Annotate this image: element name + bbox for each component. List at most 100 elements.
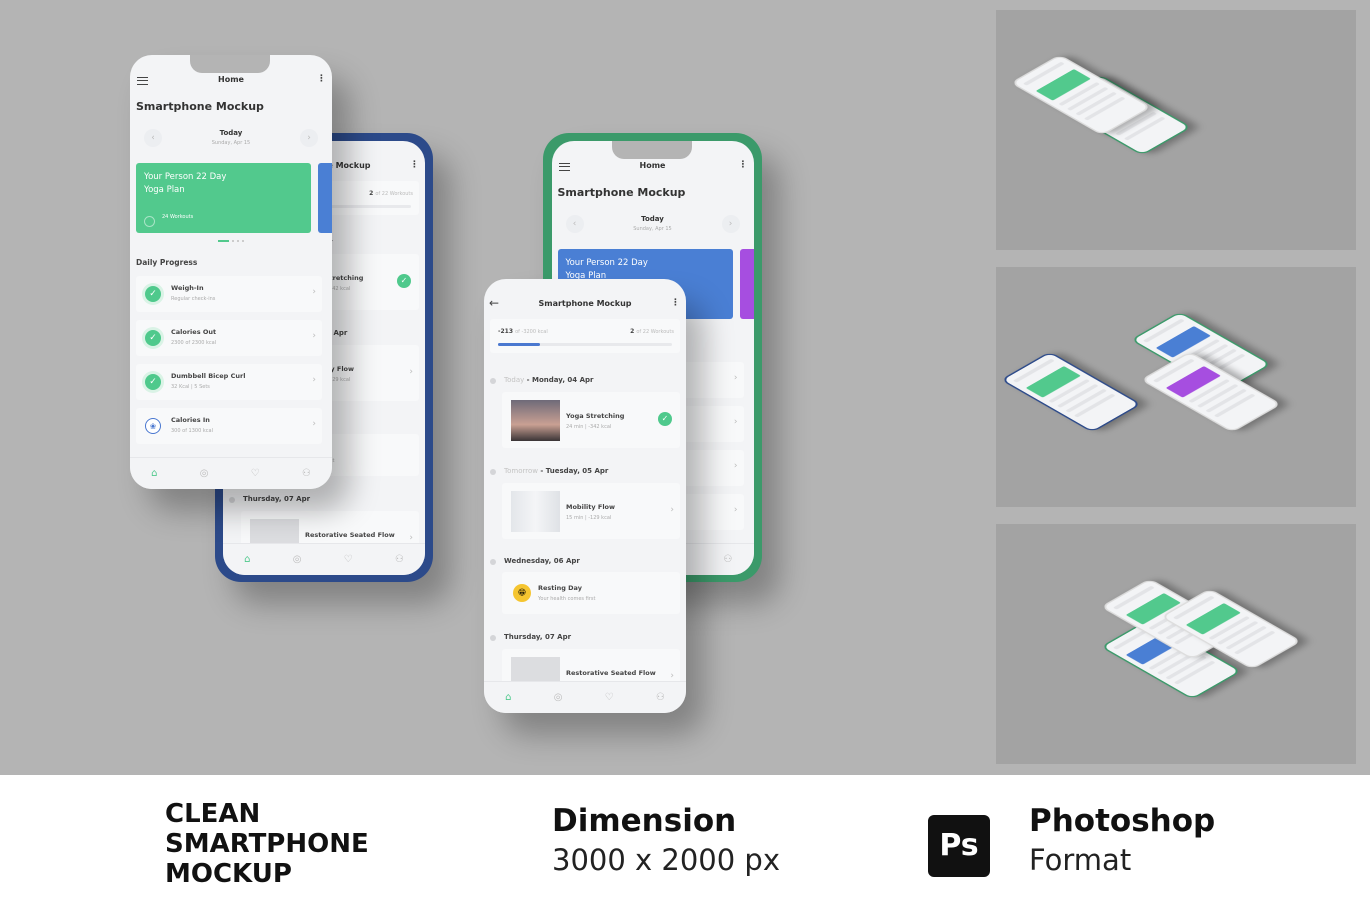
profile-icon[interactable]: ⚇ <box>723 554 732 565</box>
workout-thumbnail <box>511 491 560 532</box>
item-title: Restorative Seated Flow <box>566 669 656 677</box>
day-label: - Monday, 04 Apr <box>524 376 594 384</box>
progress-row[interactable]: ❀ Calories In 300 of 1300 kcal › <box>136 408 322 444</box>
check-icon: ✓ <box>145 330 161 346</box>
day-label: Thursday, 07 Apr <box>504 633 572 641</box>
chevron-right-icon: › <box>312 375 316 385</box>
kcal-value: -213 <box>498 328 514 335</box>
item-sub: 15 min | -129 kcal <box>566 515 612 521</box>
bottom-nav: ⌂ ◎ ♡ ⚇ <box>484 681 686 713</box>
workout-item[interactable]: Mobility Flow 15 min | -129 kcal › <box>502 483 680 539</box>
chevron-right-icon: › <box>312 287 316 297</box>
item-title: Mobility Flow <box>566 503 616 511</box>
completed-check-icon: ✓ <box>397 273 411 288</box>
kcal-of: of -3200 kcal <box>515 329 548 335</box>
heart-rate-icon[interactable]: ♡ <box>605 692 614 703</box>
day-label: - Tuesday, 05 Apr <box>537 467 609 475</box>
nutrition-icon: ❀ <box>145 418 161 434</box>
preview-panel <box>996 10 1356 250</box>
heart-rate-icon[interactable]: ♡ <box>251 468 260 479</box>
chevron-right-icon: › <box>733 416 738 427</box>
headline-line: SMARTPHONE <box>165 829 369 859</box>
heart-rate-icon[interactable]: ♡ <box>344 554 353 565</box>
workout-item[interactable]: Yoga Stretching 24 min | -342 kcal ✓ <box>502 392 680 448</box>
next-plan-card[interactable] <box>318 163 332 233</box>
headline-line: CLEAN <box>165 799 261 829</box>
home-icon[interactable]: ⌂ <box>244 554 250 565</box>
row-title: Calories In <box>171 416 210 424</box>
row-sub: Regular check-ins <box>171 296 216 302</box>
chevron-right-icon: › <box>733 504 738 515</box>
more-icon[interactable]: ⋮ <box>739 160 748 170</box>
completed-check-icon: ✓ <box>658 412 672 426</box>
profile-icon[interactable]: ⚇ <box>656 692 665 703</box>
progress-row[interactable]: ✓ Weigh-In Regular check-ins › <box>136 276 322 312</box>
progress-row[interactable]: ✓ Dumbbell Bicep Curl 32 Kcal | 5 Sets › <box>136 364 322 400</box>
bottom-nav: ⌂ ◎ ♡ ⚇ <box>223 542 425 575</box>
page-title: Smartphone Mockup <box>557 185 686 199</box>
item-title: Restorative Seated Flow <box>305 530 395 539</box>
location-icon[interactable]: ◎ <box>554 692 563 703</box>
day-label: Thursday, 07 Apr <box>243 494 311 503</box>
card-sub: 24 Workouts <box>162 214 194 220</box>
item-sub: 24 min | -342 kcal <box>566 424 612 430</box>
chevron-right-icon: › <box>409 532 413 543</box>
notch <box>611 140 692 159</box>
dimension-value: 3000 x 2000 px <box>552 843 780 877</box>
bottom-nav: ⌂ ◎ ♡ ⚇ <box>130 457 332 489</box>
headline: CLEAN SMARTPHONE MOCKUP <box>165 799 369 889</box>
preview-panel <box>996 524 1356 764</box>
rest-day-item[interactable]: 😁 Resting Day Your health comes first <box>502 572 680 614</box>
format-title: Photoshop <box>1029 803 1216 839</box>
grin-emoji-icon: 😁 <box>513 584 531 602</box>
card-title: Your Person 22 Day <box>144 172 227 182</box>
workouts-value: 2 <box>369 189 374 197</box>
progress-row[interactable]: ✓ Calories Out 2300 of 2300 kcal › <box>136 320 322 356</box>
profile-icon[interactable]: ⚇ <box>302 468 311 479</box>
plan-card[interactable]: Your Person 22 Day Yoga Plan 24 Workouts <box>136 163 311 233</box>
day-heading: Thursday, 07 Apr <box>489 633 572 641</box>
location-icon[interactable]: ◎ <box>293 554 302 565</box>
check-icon: ✓ <box>145 286 161 302</box>
progress-bar <box>498 343 672 346</box>
footer: CLEAN SMARTPHONE MOCKUP Dimension 3000 x… <box>0 775 1370 913</box>
date-label: Sunday, Apr 15 <box>633 225 672 232</box>
chevron-right-icon: › <box>670 505 674 515</box>
section-title: Daily Progress <box>136 258 198 267</box>
notch <box>190 55 270 73</box>
mockup-stage: ← Smartphone Mockup ⋮ -213 of -3200 kcal… <box>0 0 1370 775</box>
headline-line: MOCKUP <box>165 859 292 889</box>
phone-screen: Home ⋮ Smartphone Mockup ‹ › Today Sunda… <box>130 55 332 489</box>
profile-icon[interactable]: ⚇ <box>395 554 404 565</box>
row-sub: 2300 of 2300 kcal <box>171 340 217 346</box>
page-title: Smartphone Mockup <box>136 100 264 113</box>
chevron-right-icon: › <box>733 460 738 471</box>
progress-card: -213 of -3200 kcal 2 of 22 Workouts <box>490 319 680 353</box>
check-icon: ✓ <box>145 374 161 390</box>
progress-ring-icon <box>144 216 155 227</box>
row-title: Dumbbell Bicep Curl <box>171 372 246 380</box>
location-icon[interactable]: ◎ <box>200 468 209 479</box>
phone-white-left: Home ⋮ Smartphone Mockup ‹ › Today Sunda… <box>130 55 332 489</box>
chevron-right-icon: › <box>312 419 316 429</box>
day-heading: Today - Monday, 04 Apr <box>489 376 594 384</box>
carousel-dots <box>218 240 244 242</box>
card-title: Yoga Plan <box>144 185 185 195</box>
home-icon[interactable]: ⌂ <box>151 468 157 479</box>
home-icon[interactable]: ⌂ <box>505 692 511 703</box>
more-icon[interactable]: ⋮ <box>671 298 680 308</box>
workouts-of: of 22 Workouts <box>636 329 674 335</box>
day-prefix: Tomorrow <box>504 467 538 475</box>
more-icon[interactable]: ⋮ <box>317 74 326 84</box>
dimension-label: Dimension <box>552 803 737 839</box>
date-label: Sunday, Apr 15 <box>211 140 251 146</box>
phone-front: ← Smartphone Mockup ⋮ -213 of -3200 kcal… <box>484 279 686 713</box>
format-sub: Format <box>1029 843 1132 877</box>
header-title: Home <box>218 75 244 84</box>
item-title: Yoga Stretching <box>566 412 625 420</box>
preview-panel <box>996 267 1356 507</box>
more-icon[interactable]: ⋮ <box>410 160 419 170</box>
phone-screen: ← Smartphone Mockup ⋮ -213 of -3200 kcal… <box>484 279 686 713</box>
next-plan-card[interactable] <box>739 248 754 319</box>
day-heading: Tomorrow - Tuesday, 05 Apr <box>489 467 609 475</box>
